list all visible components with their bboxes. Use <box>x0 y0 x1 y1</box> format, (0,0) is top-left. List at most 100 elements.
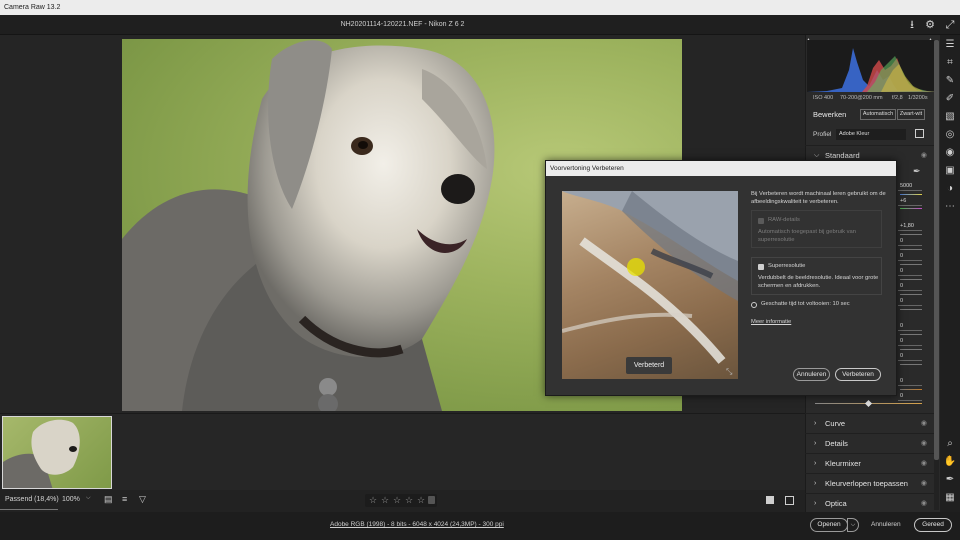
texture-slider[interactable] <box>900 334 922 335</box>
temperature-value[interactable]: 5000 <box>898 182 922 191</box>
hand-icon[interactable]: ✋ <box>940 454 960 470</box>
section-details[interactable]: › Details ◉ <box>805 433 935 452</box>
preview-illustration <box>562 191 738 364</box>
gradient-filter-icon[interactable]: ▧ <box>940 109 960 125</box>
zoom-fit-select[interactable]: Passend (18,4%) <box>5 496 59 503</box>
fullscreen-icon[interactable]: ⤢ <box>943 18 957 32</box>
contrast-value[interactable]: 0 <box>898 237 922 246</box>
section-color-mixer[interactable]: › Kleurmixer ◉ <box>805 453 935 472</box>
filmstrip-thumbnail[interactable] <box>2 416 112 489</box>
crop-icon[interactable]: ⌗ <box>940 55 960 71</box>
auto-button[interactable]: Automatisch <box>860 109 896 120</box>
star-icon[interactable]: ☆ <box>369 495 377 506</box>
panel-scrollbar-thumb[interactable] <box>934 40 939 460</box>
star-icon[interactable]: ☆ <box>405 495 413 506</box>
grid-icon[interactable]: ▦ <box>940 490 960 506</box>
highlights-slider[interactable] <box>900 264 922 265</box>
profile-label: Profiel <box>813 131 832 138</box>
shadows-value[interactable]: 0 <box>898 267 922 276</box>
vibrance-slider[interactable] <box>900 389 922 390</box>
section-optics[interactable]: › Optica ◉ <box>805 493 935 512</box>
cancel-button[interactable]: Annuleren <box>871 521 901 528</box>
temperature-slider[interactable] <box>900 194 922 195</box>
eye-icon[interactable]: ◉ <box>921 494 927 513</box>
resize-handle-icon[interactable]: ⤡ <box>726 367 732 377</box>
vibrance-value[interactable]: 0 <box>898 377 922 386</box>
open-button[interactable]: Openen <box>810 518 848 532</box>
file-info-link[interactable]: Adobe RGB (1998) - 8 bits - 6048 x 4024 … <box>330 521 504 528</box>
dehaze-slider[interactable] <box>900 364 922 365</box>
clock-icon <box>751 302 757 308</box>
star-icon[interactable]: ☆ <box>417 495 425 506</box>
clarity-value[interactable]: 0 <box>898 337 922 346</box>
chevron-right-icon: › <box>814 500 817 507</box>
clarity-slider[interactable] <box>900 349 922 350</box>
exposure-slider[interactable] <box>900 234 922 235</box>
snapshots-icon[interactable]: ▣ <box>940 163 960 179</box>
dialog-enhance-button[interactable]: Verbeteren <box>835 368 881 381</box>
exposure-value[interactable]: +1,80 <box>898 222 922 231</box>
tint-slider[interactable] <box>900 208 922 209</box>
chevron-right-icon: › <box>814 460 817 467</box>
enhanced-badge[interactable]: Verbeterd <box>626 357 672 374</box>
eyedropper-icon[interactable]: ✒ <box>913 166 921 177</box>
presets-icon[interactable]: ◑ <box>940 181 960 197</box>
superres-checkbox[interactable] <box>758 264 764 270</box>
more-info-link[interactable]: Meer informatie <box>751 319 791 327</box>
filter-icon[interactable]: ▽ <box>139 494 146 505</box>
eye-icon[interactable]: ◉ <box>921 434 927 453</box>
trash-icon[interactable] <box>428 496 435 504</box>
shadows-slider[interactable] <box>900 279 922 280</box>
whites-slider[interactable] <box>900 294 922 295</box>
adjustment-brush-icon[interactable]: ✐ <box>940 91 960 107</box>
compare-icon[interactable]: ▤ <box>104 494 113 505</box>
profile-browser-icon[interactable] <box>915 129 924 138</box>
superres-label: Superresolutie <box>768 263 806 269</box>
enhance-preview-image[interactable] <box>562 191 738 379</box>
bw-button[interactable]: Zwart-wit <box>897 109 925 120</box>
chevron-down-icon[interactable]: ⌵ <box>86 495 91 502</box>
eye-icon[interactable]: ◉ <box>921 146 927 165</box>
before-after-icon[interactable] <box>785 496 794 505</box>
radial-filter-icon[interactable]: ◎ <box>940 127 960 143</box>
section-color-grading[interactable]: › Kleurverlopen toepassen ◉ <box>805 473 935 492</box>
blacks-slider[interactable] <box>900 309 922 310</box>
tint-value[interactable]: +6 <box>898 197 922 206</box>
highlights-value[interactable]: 0 <box>898 252 922 261</box>
eye-icon[interactable]: ◉ <box>921 474 927 493</box>
dialog-intro-line1: Bij Verbeteren wordt machinaal leren geb… <box>751 191 886 197</box>
dehaze-value[interactable]: 0 <box>898 352 922 361</box>
open-options-chevron-icon[interactable]: ⌵ <box>847 518 859 532</box>
section-standard-label: Standaard <box>825 151 860 160</box>
file-name: NH20201114-120221.NEF - Nikon Z 6 2 <box>340 21 465 28</box>
dialog-cancel-button[interactable]: Annuleren <box>793 368 830 381</box>
star-icon[interactable]: ☆ <box>381 495 389 506</box>
star-icon[interactable]: ☆ <box>393 495 401 506</box>
more-icon[interactable]: ⋯ <box>940 199 960 215</box>
raw-details-checkbox[interactable] <box>758 218 764 224</box>
eye-icon[interactable]: ◉ <box>921 414 927 433</box>
eye-icon[interactable]: ◉ <box>921 454 927 473</box>
section-details-label: Details <box>825 439 848 448</box>
done-button[interactable]: Gereed <box>914 518 952 532</box>
gear-icon[interactable]: ⚙ <box>923 18 937 32</box>
single-view-icon[interactable] <box>766 496 774 504</box>
whites-value[interactable]: 0 <box>898 282 922 291</box>
profile-select[interactable]: Adobe Kleur <box>836 129 906 140</box>
blacks-value[interactable]: 0 <box>898 297 922 306</box>
zoom-icon[interactable]: ⌕ <box>940 436 960 452</box>
color-sampler-icon[interactable]: ✒ <box>940 472 960 488</box>
exif-aperture: f/2,8 <box>892 95 903 101</box>
contrast-slider[interactable] <box>900 249 922 250</box>
red-eye-icon[interactable]: ◉ <box>940 145 960 161</box>
section-optics-label: Optica <box>825 499 847 508</box>
save-icon[interactable]: ⭳ <box>905 18 919 32</box>
saturation-value[interactable]: 0 <box>898 392 922 401</box>
edit-sliders-icon[interactable]: ☰ <box>940 37 960 53</box>
healing-brush-icon[interactable]: ✎ <box>940 73 960 89</box>
section-curve[interactable]: › Curve ◉ <box>805 413 935 432</box>
histogram-graph <box>807 48 937 92</box>
zoom-percent-select[interactable]: 100% <box>62 496 80 503</box>
texture-value[interactable]: 0 <box>898 322 922 331</box>
sort-icon[interactable]: ≡ <box>122 494 127 504</box>
